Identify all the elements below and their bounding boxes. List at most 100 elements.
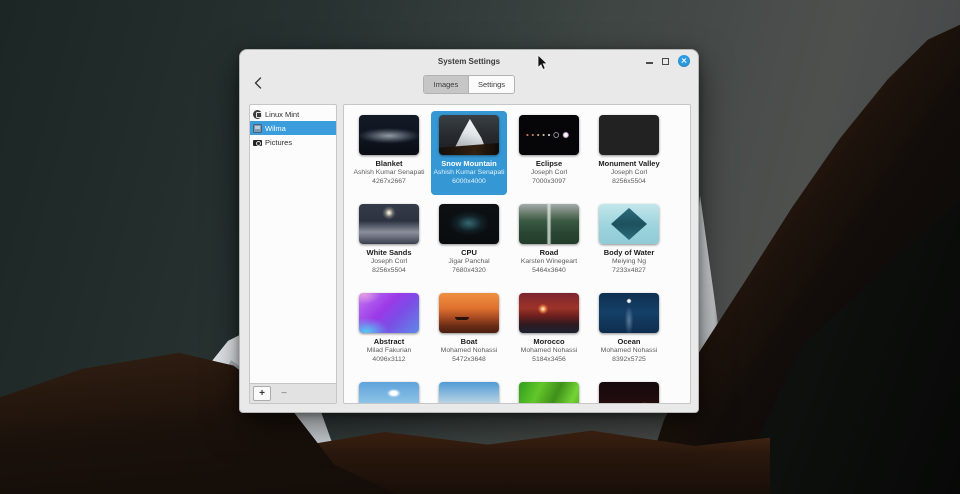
linuxmint-logo-icon: [253, 109, 262, 119]
wallpaper-tile-dark-sunset[interactable]: [591, 378, 667, 403]
wallpaper-name: Boat: [460, 337, 478, 346]
wallpaper-grid: Blanket Ashish Kumar Senapati 4267x2667 …: [344, 105, 690, 403]
mouse-cursor: [537, 54, 548, 71]
add-folder-button[interactable]: +: [253, 386, 271, 401]
source-label: Wilma: [265, 123, 286, 133]
wallpaper-thumbnail: [519, 382, 579, 403]
wallpaper-resolution: 5184x3456: [532, 355, 566, 363]
wallpaper-name: Snow Mountain: [441, 159, 497, 168]
wallpaper-grid-panel: Blanket Ashish Kumar Senapati 4267x2667 …: [343, 104, 691, 404]
wallpaper-resolution: 4267x2667: [372, 177, 406, 185]
close-icon[interactable]: [678, 55, 690, 67]
wallpaper-thumbnail: [599, 293, 659, 333]
wallpaper-name: Road: [539, 248, 559, 257]
wallpaper-thumbnail: [439, 115, 499, 155]
source-list: Linux Mint Wilma Pictures: [250, 105, 336, 383]
maximize-icon[interactable]: [662, 57, 669, 65]
wallpaper-thumbnail: [519, 293, 579, 333]
wallpaper-resolution: 8392x5725: [612, 355, 646, 363]
system-settings-window: System Settings Images Settings Linux Mi…: [239, 49, 699, 413]
wallpaper-author: Ashish Kumar Senapati: [353, 169, 425, 176]
wallpaper-tile-cpu[interactable]: CPU Jigar Panchal 7680x4320: [431, 200, 507, 284]
navigation-bar: Images Settings: [240, 72, 698, 96]
wallpaper-tile-green-leaf[interactable]: [511, 378, 587, 403]
wallpaper-author: Jigar Panchal: [448, 258, 490, 265]
view-tab-group: Images Settings: [422, 74, 516, 94]
wallpaper-resolution: 7233x4827: [612, 266, 646, 274]
wallpaper-author: Mohamed Nohassi: [520, 347, 578, 354]
wallpaper-author: Mohamed Nohassi: [600, 347, 658, 354]
wallpaper-tile-abstract[interactable]: Abstract Milad Fakurian 4096x3112: [351, 289, 427, 373]
window-title: System Settings: [437, 56, 501, 66]
wallpaper-author: Mohamed Nohassi: [440, 347, 498, 354]
wallpaper-author: Joseph Corl: [610, 169, 648, 176]
tab-images[interactable]: Images: [423, 75, 468, 93]
wallpaper-thumbnail: [359, 204, 419, 244]
wallpaper-tile-morocco[interactable]: Morocco Mohamed Nohassi 5184x3456: [511, 289, 587, 373]
wallpaper-tile-blanket[interactable]: Blanket Ashish Kumar Senapati 4267x2667: [351, 111, 427, 195]
wallpaper-author: Milad Fakurian: [366, 347, 412, 354]
sidebar-item-pictures[interactable]: Pictures: [250, 135, 336, 149]
wallpaper-thumbnail: [359, 115, 419, 155]
wallpaper-tile-snow-mountain[interactable]: Snow Mountain Ashish Kumar Senapati 6000…: [431, 111, 507, 195]
minimize-icon[interactable]: [646, 58, 653, 65]
wallpaper-resolution: 8256x5504: [372, 266, 406, 274]
wallpaper-tile-ocean[interactable]: Ocean Mohamed Nohassi 8392x5725: [591, 289, 667, 373]
tab-settings[interactable]: Settings: [467, 75, 515, 93]
window-content: Linux Mint Wilma Pictures + − Blanket As…: [240, 94, 698, 412]
wallpaper-thumbnail: [359, 382, 419, 403]
titlebar[interactable]: System Settings: [240, 50, 698, 72]
sidebar-toolbar: + −: [250, 383, 336, 403]
wallpaper-author: Meiying Ng: [612, 258, 646, 265]
source-label: Linux Mint: [265, 109, 300, 119]
camera-icon: [253, 138, 262, 147]
sidebar-item-wilma[interactable]: Wilma: [250, 121, 336, 135]
wallpaper-resolution: 7000x3097: [532, 177, 566, 185]
wallpaper-author: Karsten Winegeart: [520, 258, 578, 265]
wallpaper-thumbnail: [519, 115, 579, 155]
source-label: Pictures: [265, 137, 293, 147]
wallpaper-tile-monument-valley[interactable]: Monument Valley Joseph Corl 8256x5504: [591, 111, 667, 195]
wallpaper-thumbnail: [439, 293, 499, 333]
wallpaper-resolution: 4096x3112: [372, 355, 406, 363]
wallpaper-tile-road[interactable]: Road Karsten Winegeart 5464x3640: [511, 200, 587, 284]
wallpaper-tile-body-of-water[interactable]: Body of Water Meiying Ng 7233x4827: [591, 200, 667, 284]
wallpaper-thumbnail: [599, 204, 659, 244]
wallpaper-name: Body of Water: [603, 248, 655, 257]
desktop-wallpaper: System Settings Images Settings Linux Mi…: [0, 0, 960, 494]
wallpaper-name: Ocean: [617, 337, 641, 346]
wallpaper-resolution: 5472x3648: [452, 355, 486, 363]
remove-folder-button[interactable]: −: [275, 386, 293, 401]
wallpaper-name: Monument Valley: [598, 159, 660, 168]
back-button[interactable]: [250, 74, 266, 92]
screen-icon: [253, 123, 262, 133]
wallpaper-resolution: 7680x4320: [452, 266, 486, 274]
wallpaper-thumbnail: [599, 382, 659, 403]
wallpaper-tile-boat[interactable]: Boat Mohamed Nohassi 5472x3648: [431, 289, 507, 373]
wallpaper-name: Blanket: [375, 159, 403, 168]
wallpaper-resolution: 5464x3640: [532, 266, 566, 274]
wallpaper-tile-white-sands[interactable]: White Sands Joseph Corl 8256x5504: [351, 200, 427, 284]
wallpaper-thumbnail: [519, 204, 579, 244]
wallpaper-resolution: 6000x4000: [452, 177, 486, 185]
wallpaper-thumbnail: [359, 293, 419, 333]
wallpaper-thumbnail: [599, 115, 659, 155]
wallpaper-thumbnail: [439, 204, 499, 244]
sidebar-item-linux-mint[interactable]: Linux Mint: [250, 107, 336, 121]
source-sidebar: Linux Mint Wilma Pictures + −: [249, 104, 337, 404]
wallpaper-tile-mountains[interactable]: [431, 378, 507, 403]
wallpaper-name: CPU: [461, 248, 477, 257]
wallpaper-resolution: 8256x5504: [612, 177, 646, 185]
wallpaper-name: White Sands: [366, 248, 412, 257]
wallpaper-name: Abstract: [373, 337, 405, 346]
wallpaper-author: Joseph Corl: [530, 169, 568, 176]
wallpaper-name: Eclipse: [535, 159, 563, 168]
wallpaper-author: Ashish Kumar Senapati: [433, 169, 505, 176]
chevron-left-icon: [254, 77, 262, 89]
wallpaper-tile-eclipse[interactable]: Eclipse Joseph Corl 7000x3097: [511, 111, 587, 195]
window-controls: [646, 50, 690, 72]
wallpaper-tile-mountains-cloud[interactable]: [351, 378, 427, 403]
wallpaper-name: Morocco: [533, 337, 565, 346]
wallpaper-thumbnail: [439, 382, 499, 403]
wallpaper-author: Joseph Corl: [370, 258, 408, 265]
